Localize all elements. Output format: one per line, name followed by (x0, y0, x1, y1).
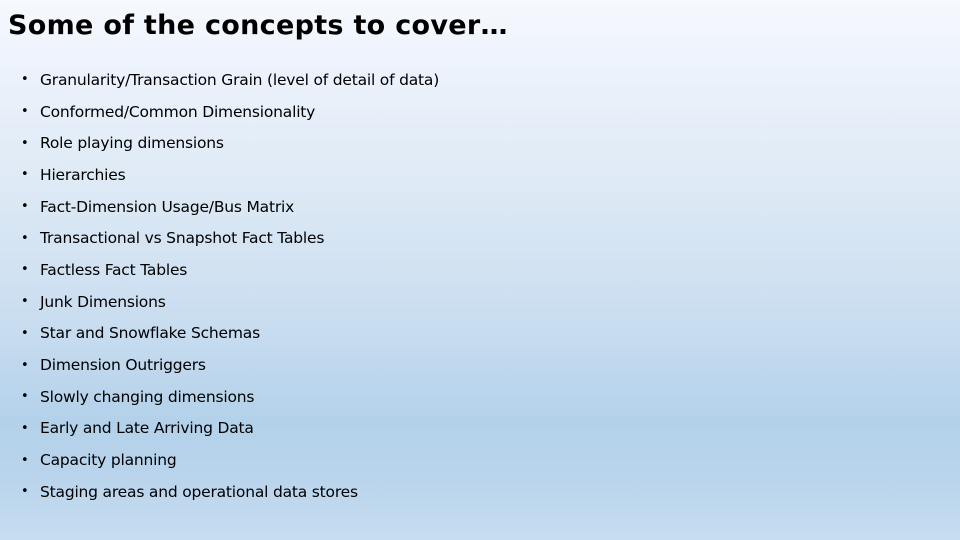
list-item: • Transactional vs Snapshot Fact Tables (21, 222, 439, 254)
list-item: • Capacity planning (21, 444, 439, 476)
bullet-list: • Granularity/Transaction Grain (level of… (21, 64, 439, 508)
list-item-text: Hierarchies (40, 165, 126, 184)
list-item-text: Role playing dimensions (40, 134, 224, 153)
list-item: • Factless Fact Tables (21, 254, 439, 286)
list-item: • Slowly changing dimensions (21, 381, 439, 413)
list-item-text: Junk Dimensions (40, 292, 166, 311)
list-item-text: Dimension Outriggers (40, 356, 206, 375)
list-item-text: Staging areas and operational data store… (40, 482, 358, 501)
bullet-icon: • (21, 167, 29, 183)
bullet-icon: • (21, 325, 29, 341)
bullet-icon: • (21, 72, 29, 88)
bullet-icon: • (21, 452, 29, 468)
bullet-icon: • (21, 420, 29, 436)
bullet-icon: • (21, 294, 29, 310)
list-item-text: Factless Fact Tables (40, 260, 188, 279)
bullet-icon: • (21, 357, 29, 373)
bullet-icon: • (21, 484, 29, 500)
list-item: • Granularity/Transaction Grain (level of… (21, 64, 439, 96)
list-item: • Conformed/Common Dimensionality (21, 96, 439, 128)
bullet-icon: • (21, 262, 29, 278)
list-item-text: Early and Late Arriving Data (40, 419, 254, 438)
list-item: • Staging areas and operational data stor… (21, 476, 439, 508)
list-item: • Junk Dimensions (21, 286, 439, 318)
list-item-text: Star and Snowflake Schemas (40, 324, 260, 343)
list-item: • Role playing dimensions (21, 127, 439, 159)
list-item-text: Capacity planning (40, 451, 177, 470)
bullet-icon: • (21, 199, 29, 215)
bullet-icon: • (21, 389, 29, 405)
list-item: • Dimension Outriggers (21, 349, 439, 381)
bullet-icon: • (21, 230, 29, 246)
slide-title: Some of the concepts to cover… (8, 10, 508, 41)
bullet-icon: • (21, 135, 29, 151)
bullet-icon: • (21, 104, 29, 120)
list-item: • Hierarchies (21, 159, 439, 191)
list-item-text: Slowly changing dimensions (40, 387, 255, 406)
list-item-text: Fact-Dimension Usage/Bus Matrix (40, 197, 295, 216)
list-item: • Fact-Dimension Usage/Bus Matrix (21, 191, 439, 223)
list-item: • Star and Snowflake Schemas (21, 318, 439, 350)
list-item-text: Transactional vs Snapshot Fact Tables (40, 229, 325, 248)
list-item-text: Granularity/Transaction Grain (level of … (40, 70, 440, 89)
list-item-text: Conformed/Common Dimensionality (40, 102, 316, 121)
list-item: • Early and Late Arriving Data (21, 413, 439, 445)
